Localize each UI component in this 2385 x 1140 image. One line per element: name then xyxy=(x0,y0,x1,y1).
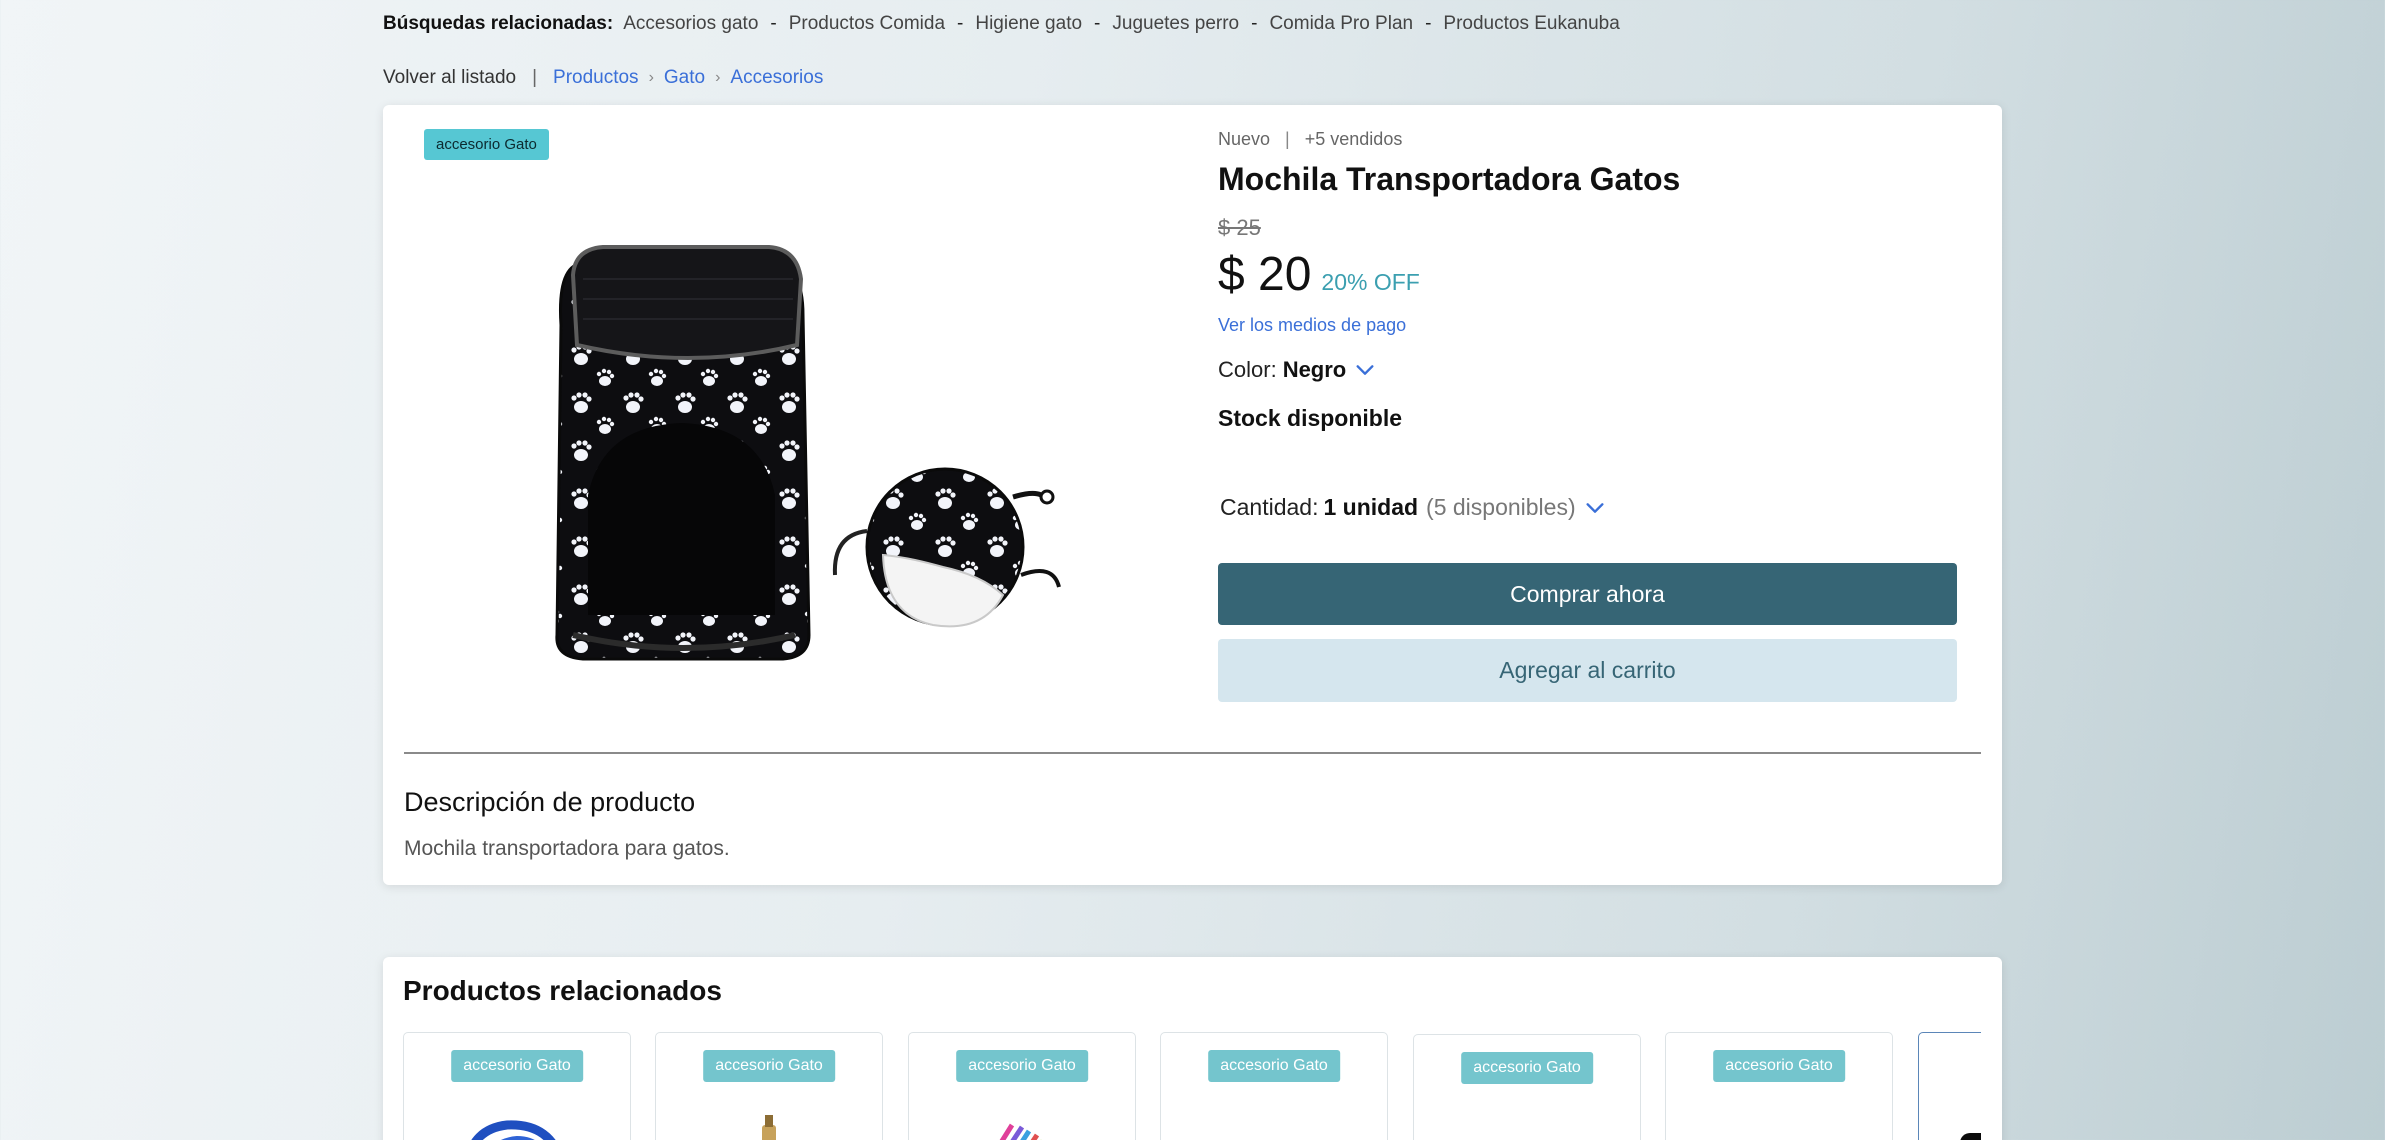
category-badge: accesorio Gato xyxy=(424,129,549,160)
related-search-separator: - xyxy=(770,13,777,34)
related-product-card[interactable] xyxy=(1918,1032,1981,1140)
buy-now-button[interactable]: Comprar ahora xyxy=(1218,563,1957,625)
product-card: accesorio Gato Nuevo | +5 vendidos Mochi… xyxy=(383,105,2002,885)
cat-carrier-backpack-image[interactable] xyxy=(513,195,1073,695)
product-title: Mochila Transportadora Gatos xyxy=(1218,161,1681,197)
related-product-card[interactable]: accesorio Gato xyxy=(403,1032,631,1140)
related-search-separator: - xyxy=(1094,13,1101,34)
related-search-link[interactable]: Productos Eukanuba xyxy=(1443,13,1619,35)
category-badge: accesorio Gato xyxy=(956,1050,1088,1082)
color-value: Negro xyxy=(1282,357,1347,382)
chevron-right-icon: › xyxy=(648,69,654,86)
breadcrumb-item-accesorios[interactable]: Accesorios xyxy=(730,67,823,89)
breadcrumb-item-productos[interactable]: Productos xyxy=(553,67,639,89)
breadcrumb-item-gato[interactable]: Gato xyxy=(664,67,705,89)
breadcrumb-divider: | xyxy=(532,67,538,88)
related-searches-title: Búsquedas relacionadas: xyxy=(383,13,614,34)
category-badge: accesorio Gato xyxy=(451,1050,583,1082)
discount-label: 20% OFF xyxy=(1321,269,1420,295)
related-search-link[interactable]: Higiene gato xyxy=(975,13,1082,35)
condition-label: Nuevo xyxy=(1218,129,1271,149)
quantity-value: 1 unidad xyxy=(1323,494,1419,520)
related-search-separator: - xyxy=(957,13,964,34)
chevron-down-icon[interactable] xyxy=(1354,359,1376,381)
description-title: Descripción de producto xyxy=(404,787,696,817)
related-search-link[interactable]: Comida Pro Plan xyxy=(1269,13,1413,35)
quantity-selector[interactable]: Cantidad: 1 unidad (5 disponibles) xyxy=(1220,494,1606,521)
related-search-separator: - xyxy=(1425,13,1432,34)
related-product-card[interactable]: accesorio Gato xyxy=(1413,1034,1641,1140)
meta-separator: | xyxy=(1285,129,1290,149)
related-search-separator: - xyxy=(1251,13,1258,34)
category-badge: accesorio Gato xyxy=(703,1050,835,1082)
related-product-card[interactable]: accesorio Gato xyxy=(1665,1032,1893,1140)
description-text: Mochila transportadora para gatos. xyxy=(404,837,730,860)
related-product-card[interactable]: accesorio Gato xyxy=(655,1032,883,1140)
related-search-link[interactable]: Juguetes perro xyxy=(1112,13,1239,35)
section-divider xyxy=(404,752,1981,754)
current-price: $ 20 xyxy=(1218,248,1312,301)
color-label: Color: xyxy=(1218,357,1277,382)
category-badge: accesorio Gato xyxy=(1713,1050,1845,1082)
old-price: $ 25 xyxy=(1218,215,1261,240)
related-products-title: Productos relacionados xyxy=(403,975,722,1006)
bowl-thumbnail xyxy=(1472,1107,1582,1140)
chevron-right-icon: › xyxy=(715,69,721,86)
back-to-list-link[interactable]: Volver al listado xyxy=(383,67,516,89)
sold-count: +5 vendidos xyxy=(1304,129,1403,149)
fountain-thumbnail xyxy=(1724,1105,1834,1140)
quantity-label: Cantidad: xyxy=(1220,494,1319,520)
chevron-down-icon[interactable] xyxy=(1584,497,1606,519)
related-product-card[interactable]: accesorio Gato xyxy=(908,1032,1136,1140)
collar-thumbnail xyxy=(999,1123,1042,1140)
bottle-thumbnail xyxy=(762,1115,776,1140)
category-badge: accesorio Gato xyxy=(1208,1050,1340,1082)
related-products-section: Productos relacionados accesorio Gato ac… xyxy=(383,957,2002,1140)
color-selector[interactable]: Color: Negro xyxy=(1218,357,1376,383)
leash-thumbnail xyxy=(471,1120,556,1140)
stock-status: Stock disponible xyxy=(1218,405,1403,431)
related-searches-bar: Búsquedas relacionadas: Accesorios gato … xyxy=(383,10,1620,38)
price-row: $ 20 20% OFF xyxy=(1218,247,1420,302)
payment-methods-link[interactable]: Ver los medios de pago xyxy=(1218,315,1406,336)
breadcrumb: Volver al listado | Productos › Gato › A… xyxy=(383,64,823,92)
related-search-link[interactable]: Productos Comida xyxy=(789,13,945,35)
category-badge: accesorio Gato xyxy=(1461,1052,1593,1084)
quantity-available: (5 disponibles) xyxy=(1426,494,1576,520)
related-products-carousel: accesorio Gato accesorio Gato accesorio … xyxy=(403,1032,1981,1140)
product-meta: Nuevo | +5 vendidos xyxy=(1218,129,1402,150)
related-search-link[interactable]: Accesorios gato xyxy=(623,13,758,35)
add-to-cart-button[interactable]: Agregar al carrito xyxy=(1218,639,1957,702)
dark-product-thumbnail xyxy=(1960,1133,1981,1140)
related-product-card[interactable]: accesorio Gato xyxy=(1160,1032,1388,1140)
